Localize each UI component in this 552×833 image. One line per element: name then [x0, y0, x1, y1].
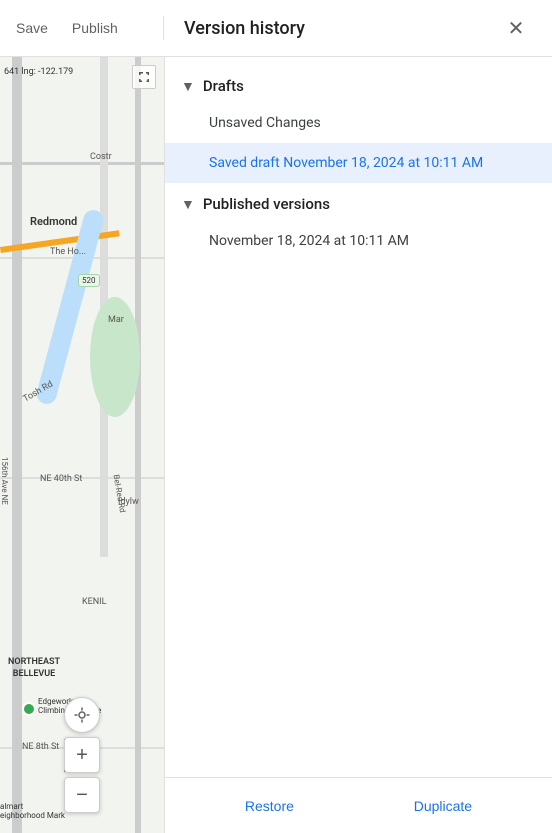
map-background: 641 lng: -122.179 Redmond NORTHEASTBELLE… — [0, 57, 164, 833]
version-item-unsaved[interactable]: Unsaved Changes — [165, 103, 552, 143]
map-road-v3 — [135, 57, 141, 833]
published-section-header[interactable]: ▼ Published versions — [165, 183, 552, 221]
map-edgeworks-marker — [22, 702, 36, 716]
zoom-out-button[interactable]: − — [64, 777, 100, 813]
panel-title: Version history — [184, 18, 500, 39]
map-expand-button[interactable] — [132, 65, 156, 89]
map-label-mar: Mar — [108, 315, 124, 325]
published-arrow: ▼ — [181, 196, 195, 213]
map-label-bellevue: NORTHEASTBELLEVUE — [8, 657, 60, 680]
main-area: 641 lng: -122.179 Redmond NORTHEASTBELLE… — [0, 57, 552, 833]
close-icon: ✕ — [508, 16, 525, 41]
locate-icon — [73, 706, 91, 724]
close-button[interactable]: ✕ — [500, 12, 532, 44]
save-button[interactable]: Save — [16, 16, 48, 40]
publish-button[interactable]: Publish — [72, 16, 118, 40]
map-label-156th: 156th Ave NE — [0, 457, 9, 505]
locate-button[interactable] — [64, 697, 100, 733]
version-item-saved-draft[interactable]: Saved draft November 18, 2024 at 10:11 A… — [165, 143, 552, 183]
duplicate-button[interactable]: Duplicate — [398, 790, 488, 822]
version-item-published-label: November 18, 2024 at 10:11 AM — [209, 233, 409, 249]
map-label-ne8: NE 8th St — [22, 742, 59, 752]
version-item-published[interactable]: November 18, 2024 at 10:11 AM — [165, 221, 552, 261]
map-panel: 641 lng: -122.179 Redmond NORTHEASTBELLE… — [0, 57, 164, 833]
map-controls: + − — [64, 697, 100, 813]
version-item-saved-draft-label: Saved draft November 18, 2024 at 10:11 A… — [209, 155, 483, 171]
restore-button[interactable]: Restore — [229, 790, 310, 822]
map-coords: 641 lng: -122.179 — [4, 67, 73, 77]
version-panel: ▼ Drafts Unsaved Changes Saved draft Nov… — [164, 57, 552, 833]
version-item-unsaved-label: Unsaved Changes — [209, 115, 321, 131]
published-title: Published versions — [203, 195, 330, 213]
map-label-520: 520 — [78, 274, 100, 287]
toolbar-right: Version history ✕ — [164, 12, 552, 44]
map-label-ho: The Ho... — [50, 247, 86, 257]
toolbar-left: Save Publish — [0, 16, 164, 40]
toolbar: Save Publish Version history ✕ — [0, 0, 552, 57]
map-label-walmart: almarteighborhood Mark — [0, 802, 65, 820]
map-label-redmond: Redmond — [30, 215, 77, 228]
version-footer: Restore Duplicate — [165, 777, 552, 833]
map-label-kenil: KENIL — [82, 597, 106, 607]
drafts-arrow: ▼ — [181, 78, 195, 95]
map-label-costr: Costr — [90, 152, 112, 162]
map-road-v1 — [12, 57, 22, 833]
drafts-title: Drafts — [203, 77, 244, 95]
drafts-section-header[interactable]: ▼ Drafts — [165, 65, 552, 103]
version-content: ▼ Drafts Unsaved Changes Saved draft Nov… — [165, 57, 552, 777]
expand-icon — [137, 70, 151, 84]
zoom-in-button[interactable]: + — [64, 737, 100, 773]
map-label-belred: Bel-Red Rd — [111, 474, 127, 513]
map-label-ne40: NE 40th St — [40, 474, 82, 484]
